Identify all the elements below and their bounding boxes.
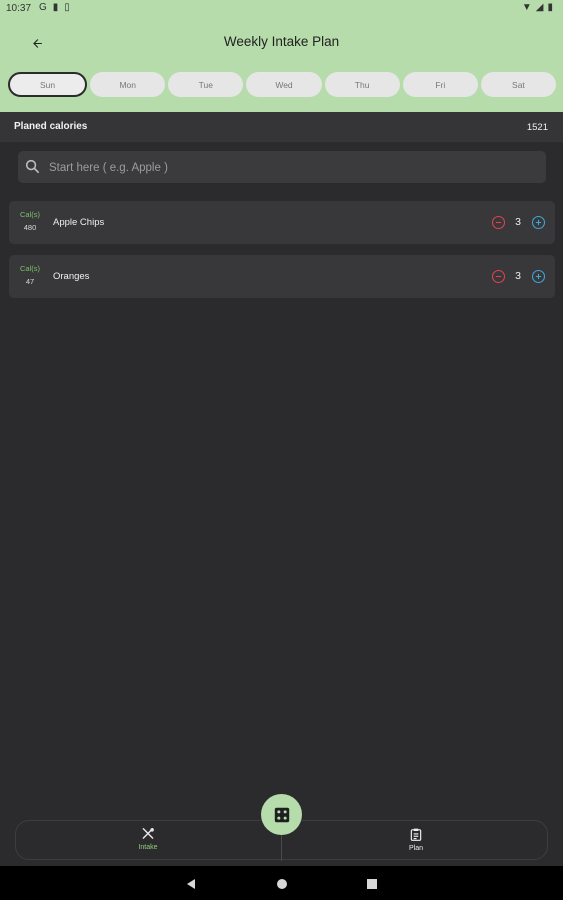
recents-square-icon[interactable] <box>366 877 378 895</box>
search-icon <box>25 159 40 174</box>
minus-circle-icon <box>491 269 505 283</box>
increase-button[interactable] <box>530 268 546 284</box>
google-icon: G <box>39 2 47 13</box>
day-tab-tue[interactable]: Tue <box>168 72 244 97</box>
day-tab-fri[interactable]: Fri <box>402 72 478 97</box>
notification-icon: ▯ <box>64 2 70 13</box>
wifi-icon: ▼ <box>521 2 532 13</box>
quantity-stepper: 3 <box>490 214 546 230</box>
search-input[interactable] <box>47 151 541 185</box>
plus-circle-icon <box>531 269 545 283</box>
day-tab-wed[interactable]: Wed <box>246 72 322 97</box>
system-nav-bar <box>0 866 563 900</box>
home-circle-icon[interactable] <box>276 877 288 895</box>
day-tab-mon[interactable]: Mon <box>90 72 166 97</box>
sim-icon: ▮ <box>52 2 59 13</box>
calorie-label: Cal(s) <box>20 210 40 219</box>
nav-divider <box>281 835 282 861</box>
day-tab-sun[interactable]: Sun <box>8 72 88 97</box>
food-item[interactable]: Cal(s) 47 Oranges 3 <box>9 255 555 298</box>
page-title: Weekly Intake Plan <box>223 34 340 49</box>
nav-item-intake[interactable]: Intake <box>118 827 178 851</box>
increase-button[interactable] <box>530 214 546 230</box>
plus-circle-icon <box>531 215 545 229</box>
day-tab-thu[interactable]: Thu <box>324 72 400 97</box>
food-list: Cal(s) 480 Apple Chips 3 Cal(s) 47 Orang… <box>9 201 555 309</box>
food-name: Apple Chips <box>53 217 105 228</box>
back-triangle-icon[interactable] <box>185 877 197 895</box>
signal-icon: ◢ <box>535 2 544 13</box>
app-bar: Weekly Intake Plan <box>0 24 563 62</box>
dice-fab-button[interactable] <box>261 794 302 835</box>
utensils-icon <box>142 828 154 839</box>
planned-calories-value: 1521 <box>526 122 548 133</box>
header: 10:37 G ▮ ▯ ▼ ◢ ▮ Weekly Intake Plan Sun… <box>0 0 563 112</box>
battery-icon: ▮ <box>547 2 553 13</box>
nav-item-plan[interactable]: Plan <box>386 827 446 852</box>
decrease-button[interactable] <box>490 268 506 284</box>
quantity-stepper: 3 <box>490 268 546 284</box>
calorie-value: 47 <box>25 277 35 286</box>
clipboard-icon <box>410 828 422 841</box>
calorie-tag: Cal(s) 480 <box>9 210 51 232</box>
dice-icon <box>274 807 289 822</box>
nav-label-intake: Intake <box>138 844 158 851</box>
calorie-label: Cal(s) <box>20 264 40 273</box>
food-name: Oranges <box>53 271 90 282</box>
search-box <box>18 151 546 185</box>
status-bar: 10:37 G ▮ ▯ ▼ ◢ ▮ <box>0 0 563 18</box>
food-item[interactable]: Cal(s) 480 Apple Chips 3 <box>9 201 555 244</box>
day-tab-sat[interactable]: Sat <box>480 72 556 97</box>
quantity-value: 3 <box>515 216 521 228</box>
minus-circle-icon <box>491 215 505 229</box>
planned-calories-label: Planed calories <box>14 121 88 132</box>
quantity-value: 3 <box>515 270 521 282</box>
planned-calories-bar: Planed calories 1521 <box>0 112 563 142</box>
nav-label-plan: Plan <box>408 845 423 852</box>
calorie-value: 480 <box>23 223 37 232</box>
calorie-tag: Cal(s) 47 <box>9 264 51 286</box>
day-selector: Sun Mon Tue Wed Thu Fri Sat <box>8 72 556 97</box>
decrease-button[interactable] <box>490 214 506 230</box>
status-time: 10:37 <box>6 3 32 14</box>
